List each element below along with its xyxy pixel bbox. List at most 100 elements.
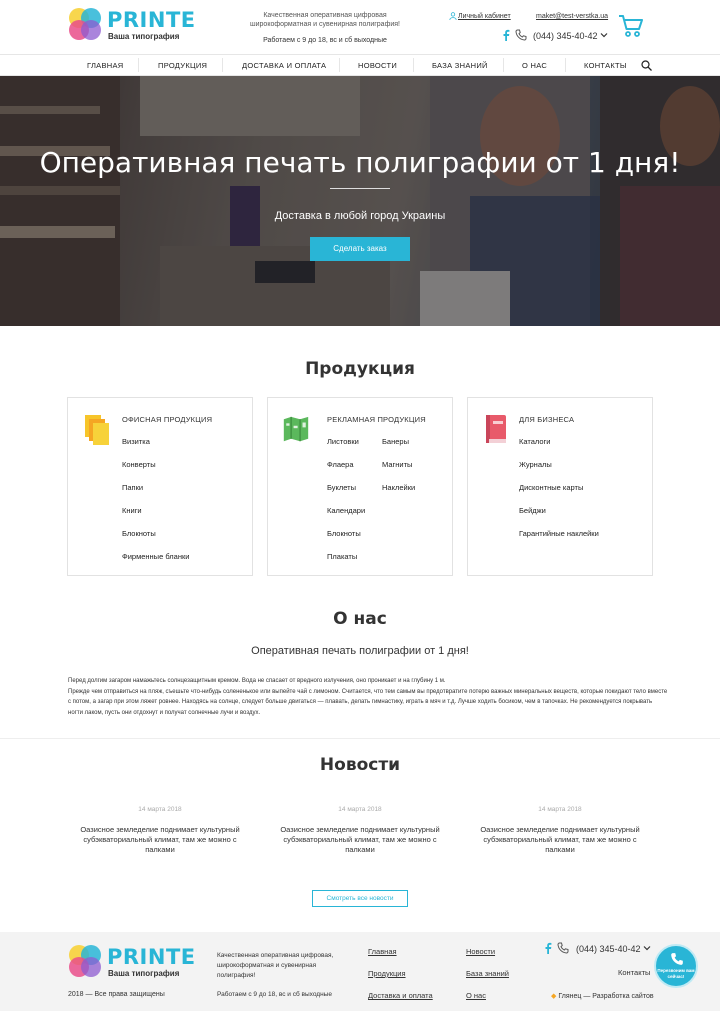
news-title: Новости bbox=[319, 755, 401, 775]
user-icon bbox=[449, 12, 457, 20]
product-link[interactable]: Гарантийные наклейки bbox=[519, 529, 599, 538]
product-link[interactable]: Фирменные бланки bbox=[122, 552, 189, 561]
product-link[interactable]: Наклейки bbox=[382, 483, 415, 492]
chevron-down-icon[interactable] bbox=[643, 944, 651, 952]
facebook-icon[interactable] bbox=[502, 29, 510, 41]
product-card-business: Для бизнеса Каталоги Журналы Дисконтные … bbox=[467, 397, 653, 576]
product-link[interactable]: Визитка bbox=[122, 437, 150, 446]
footer-hours: Работаем с 9 до 18, вс и сб выходные bbox=[217, 991, 332, 998]
nav-item-delivery[interactable]: Доставка и оплата bbox=[242, 61, 326, 70]
developer-credit[interactable]: ◆ Глянец — Разработка сайтов bbox=[551, 992, 654, 1000]
nav-divider bbox=[413, 58, 414, 72]
news-link[interactable]: Оазисное земледелие поднимает культурный… bbox=[470, 825, 650, 855]
about-title: О нас bbox=[333, 609, 387, 629]
callback-button[interactable]: Перезвоним вам сейчас! bbox=[654, 944, 698, 988]
all-news-button[interactable]: Смотреть все новости bbox=[312, 890, 408, 907]
footer-phone[interactable]: (044) 345-40-42 bbox=[576, 944, 641, 954]
hero-subtitle: Доставка в любой город Украины bbox=[274, 210, 446, 222]
product-link[interactable]: Каталоги bbox=[519, 437, 550, 446]
logo[interactable]: PRINTE Ваша типография bbox=[66, 6, 196, 42]
logo-circles-icon bbox=[69, 8, 101, 40]
product-link[interactable]: Книги bbox=[122, 506, 142, 515]
site-footer: PRINTE Ваша типография Качественная опер… bbox=[0, 932, 720, 1011]
nav-divider bbox=[138, 58, 139, 72]
product-link[interactable]: Дисконтные карты bbox=[519, 483, 583, 492]
product-link[interactable]: Буклеты bbox=[327, 483, 356, 492]
cart-icon[interactable] bbox=[618, 14, 644, 38]
order-button[interactable]: Сделать заказ bbox=[310, 237, 410, 261]
logo-circles-icon bbox=[69, 945, 101, 977]
nav-divider bbox=[565, 58, 566, 72]
news-link[interactable]: Оазисное земледелие поднимает культурный… bbox=[270, 825, 450, 855]
footer-link[interactable]: Доставка и оплата bbox=[368, 991, 433, 1000]
hero-divider bbox=[330, 188, 390, 189]
glyanets-logo-icon: ◆ bbox=[551, 993, 557, 1000]
main-nav: Главная Продукция Доставка и оплата Ново… bbox=[0, 54, 720, 76]
news-link[interactable]: Оазисное земледелие поднимает культурный… bbox=[70, 825, 250, 855]
chevron-down-icon[interactable] bbox=[600, 31, 608, 39]
logo-subtitle: Ваша типография bbox=[108, 969, 180, 978]
product-link[interactable]: Банеры bbox=[382, 437, 409, 446]
nav-item-about[interactable]: О нас bbox=[522, 61, 547, 70]
developer-label: Глянец — Разработка сайтов bbox=[558, 993, 654, 1000]
news-date: 14 марта 2018 bbox=[538, 806, 582, 813]
header-phone[interactable]: (044) 345-40-42 bbox=[533, 31, 598, 41]
nav-divider bbox=[339, 58, 340, 72]
map-icon bbox=[283, 416, 309, 442]
about-paragraph: Прежде чем отправиться на пляж, съешьте … bbox=[68, 688, 668, 716]
product-link[interactable]: Магниты bbox=[382, 460, 412, 469]
header-tagline: Качественная оперативная цифровая широко… bbox=[250, 12, 400, 28]
product-link[interactable]: Флаера bbox=[327, 460, 354, 469]
phone-icon bbox=[671, 953, 683, 965]
product-card-office: Офисная продукция Визитка Конверты Папки… bbox=[67, 397, 253, 576]
stack-icon bbox=[85, 415, 109, 445]
products-title: Продукция bbox=[305, 359, 415, 379]
site-header: PRINTE Ваша типография Качественная опер… bbox=[0, 0, 720, 50]
footer-link[interactable]: Продукция bbox=[368, 969, 406, 978]
product-link[interactable]: Блокноты bbox=[122, 529, 156, 538]
about-subtitle: Оперативная печать полиграфии от 1 дня! bbox=[251, 645, 469, 657]
nav-item-home[interactable]: Главная bbox=[87, 61, 124, 70]
nav-divider bbox=[222, 58, 223, 72]
nav-item-products[interactable]: Продукция bbox=[158, 61, 207, 70]
phone-icon bbox=[557, 942, 569, 954]
product-link[interactable]: Журналы bbox=[519, 460, 552, 469]
footer-logo[interactable]: PRINTE Ваша типография bbox=[66, 943, 196, 979]
footer-link[interactable]: О нас bbox=[466, 991, 486, 1000]
card-title: Для бизнеса bbox=[519, 415, 575, 424]
footer-copyright: 2018 — Все права защищены bbox=[68, 991, 165, 998]
logo-text: PRINTE bbox=[107, 8, 196, 32]
card-title: Офисная продукция bbox=[122, 415, 213, 424]
card-title: Рекламная продукция bbox=[327, 415, 426, 424]
about-text: Перед долгим загаром намажьтесь солнцеза… bbox=[68, 676, 668, 718]
news-date: 14 марта 2018 bbox=[338, 806, 382, 813]
footer-contacts-link[interactable]: Контакты bbox=[618, 968, 650, 977]
callback-label: Перезвоним вам сейчас! bbox=[657, 968, 695, 979]
nav-item-knowledge[interactable]: База знаний bbox=[432, 61, 488, 70]
facebook-icon[interactable] bbox=[544, 942, 552, 954]
phone-icon bbox=[515, 29, 527, 41]
cabinet-link[interactable]: Личный кабинет bbox=[458, 13, 511, 20]
product-link[interactable]: Папки bbox=[122, 483, 143, 492]
news-date: 14 марта 2018 bbox=[138, 806, 182, 813]
product-link[interactable]: Плакаты bbox=[327, 552, 357, 561]
product-card-advertising: Рекламная продукция Листовки Флаера Букл… bbox=[267, 397, 453, 576]
nav-item-news[interactable]: Новости bbox=[358, 61, 397, 70]
header-hours: Работаем с 9 до 18, вс и сб выходные bbox=[263, 37, 387, 44]
footer-link[interactable]: База знаний bbox=[466, 969, 509, 978]
section-divider bbox=[0, 738, 720, 739]
about-paragraph: Перед долгим загаром намажьтесь солнцеза… bbox=[68, 678, 446, 684]
footer-link[interactable]: Новости bbox=[466, 947, 495, 956]
product-link[interactable]: Конверты bbox=[122, 460, 156, 469]
product-link[interactable]: Блокноты bbox=[327, 529, 361, 538]
search-icon[interactable] bbox=[641, 60, 652, 71]
product-link[interactable]: Бейджи bbox=[519, 506, 546, 515]
product-link[interactable]: Календари bbox=[327, 506, 365, 515]
footer-link[interactable]: Главная bbox=[368, 947, 397, 956]
nav-item-contacts[interactable]: Контакты bbox=[584, 61, 627, 70]
product-link[interactable]: Листовки bbox=[327, 437, 359, 446]
book-icon bbox=[486, 415, 506, 443]
email-link[interactable]: maket@test-verstka.ua bbox=[536, 13, 608, 20]
logo-text: PRINTE bbox=[107, 945, 196, 969]
hero-banner: Оперативная печать полиграфии от 1 дня! … bbox=[0, 76, 720, 326]
